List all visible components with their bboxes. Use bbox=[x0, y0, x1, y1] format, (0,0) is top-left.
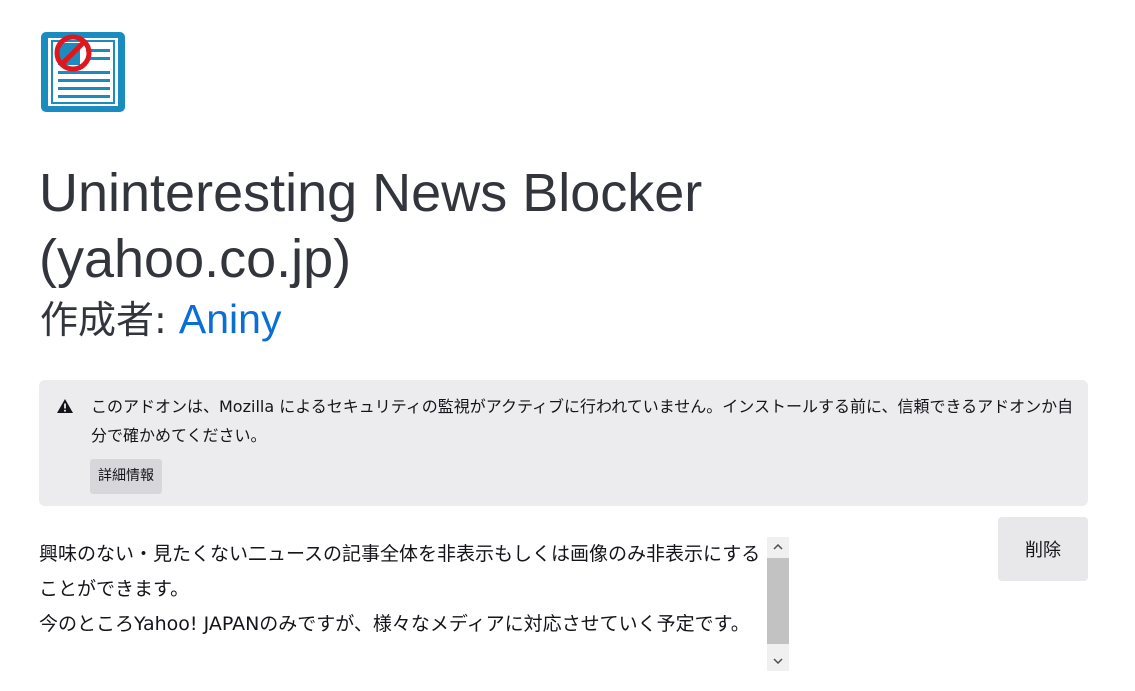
scroll-up-arrow-icon[interactable] bbox=[767, 537, 789, 557]
author-link[interactable]: Aniny bbox=[179, 296, 282, 342]
description-paragraph: 興味のない・見たくない二ュースの記事全体を非表示もしくは画像のみ非表示にすること… bbox=[39, 543, 761, 600]
security-notice: このアドオンは、Mozilla によるセキュリティの監視がアクティブに行われてい… bbox=[39, 380, 1088, 506]
addon-author: 作成者: Aniny bbox=[40, 294, 281, 345]
scroll-down-arrow-icon[interactable] bbox=[767, 651, 789, 671]
author-prefix: 作成者: bbox=[40, 298, 179, 342]
remove-button[interactable]: 削除 bbox=[998, 517, 1088, 581]
addon-description[interactable]: 興味のない・見たくない二ュースの記事全体を非表示もしくは画像のみ非表示にすること… bbox=[39, 537, 790, 671]
scrollbar-thumb[interactable] bbox=[767, 558, 789, 644]
addon-title: Uninteresting News Blocker (yahoo.co.jp) bbox=[39, 163, 703, 289]
description-paragraph: 今のところYahoo! JAPANのみですが、様々なメディアに対応させていく予定… bbox=[39, 613, 750, 635]
description-scrollbar[interactable] bbox=[767, 537, 789, 671]
addon-newspaper-blocked-icon bbox=[38, 27, 128, 117]
more-info-button[interactable]: 詳細情報 bbox=[90, 459, 162, 494]
description-text: 興味のない・見たくない二ュースの記事全体を非表示もしくは画像のみ非表示にすること… bbox=[39, 537, 764, 642]
notice-message: このアドオンは、Mozilla によるセキュリティの監視がアクティブに行われてい… bbox=[91, 397, 1074, 445]
addon-detail-page: Uninteresting News Blocker (yahoo.co.jp)… bbox=[0, 0, 1135, 691]
warning-icon bbox=[56, 398, 74, 414]
